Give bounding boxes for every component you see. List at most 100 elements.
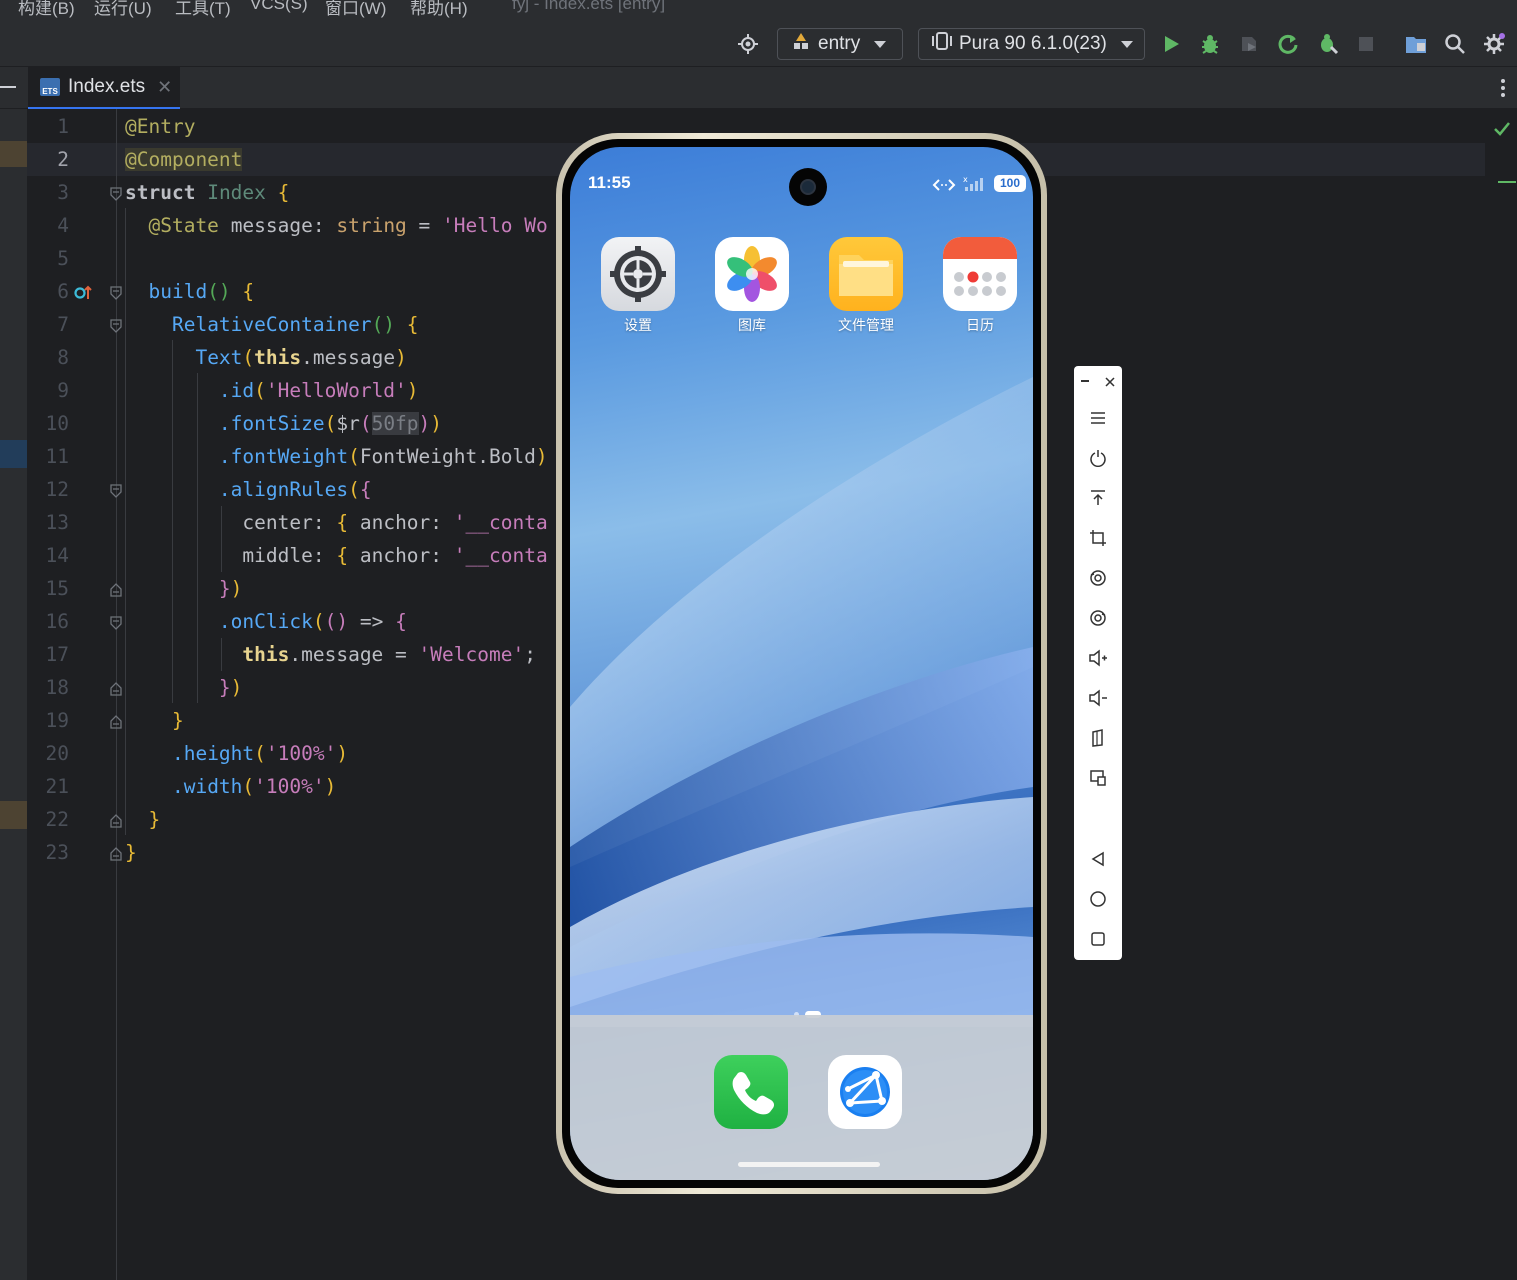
menu-icon[interactable]	[1086, 406, 1110, 430]
search-icon[interactable]	[1441, 30, 1469, 58]
line-number: 10	[45, 412, 69, 435]
code-token: anchor	[359, 511, 431, 534]
tool-window-strip	[0, 109, 27, 1280]
tab-index-ets[interactable]: ETS Index.ets ✕	[28, 67, 180, 109]
menu-build[interactable]: 构建(B)	[18, 0, 75, 19]
stop-icon[interactable]	[1352, 30, 1380, 58]
device-bezel: 11:55 x 100 设置 图库 文件管理 日历	[562, 139, 1041, 1188]
gallery-icon	[715, 237, 789, 311]
tab-label: Index.ets	[68, 76, 146, 97]
editor-tab-bar: ETS Index.ets ✕	[0, 67, 1517, 109]
line-marker	[0, 141, 27, 167]
line-number: 16	[45, 610, 69, 633]
app-label: 图库	[738, 318, 766, 334]
project-structure-icon[interactable]	[1402, 30, 1430, 58]
app-label: 设置	[624, 318, 652, 334]
app-settings[interactable]: 设置	[600, 237, 676, 335]
code-token: 50fp	[371, 412, 419, 435]
app-files[interactable]: 文件管理	[828, 237, 904, 335]
battery-icon: 100	[994, 175, 1026, 192]
code-token: string	[336, 214, 407, 237]
front-camera	[789, 168, 827, 206]
line-number: 2	[57, 148, 69, 171]
code-token: .height	[171, 742, 255, 765]
minimize-icon[interactable]	[0, 86, 16, 88]
device-icon	[931, 30, 953, 58]
apply-changes-icon[interactable]	[1274, 30, 1302, 58]
upload-icon[interactable]	[1086, 486, 1110, 510]
code-token: .message	[289, 643, 384, 666]
calendar-icon	[943, 237, 1017, 311]
line-number: 8	[57, 346, 69, 369]
rotate-left-icon[interactable]	[1086, 566, 1110, 590]
line-number: 19	[45, 709, 69, 732]
line-number: 11	[45, 445, 69, 468]
rotate-right-icon[interactable]	[1086, 606, 1110, 630]
home-indicator[interactable]	[738, 1162, 880, 1167]
line-number: 21	[45, 775, 69, 798]
target-icon[interactable]	[734, 30, 762, 58]
code-token: .id	[218, 379, 255, 402]
code-token: middle	[242, 544, 313, 567]
power-icon[interactable]	[1086, 446, 1110, 470]
code-token: message	[230, 214, 313, 237]
code-token: .alignRules	[218, 478, 349, 501]
status-time: 11:55	[588, 173, 631, 192]
menu-window[interactable]: 窗口(W)	[325, 0, 386, 19]
browser-icon[interactable]	[828, 1055, 902, 1129]
close-icon[interactable]	[1103, 374, 1117, 388]
app-calendar[interactable]: 日历	[942, 237, 1018, 335]
line-number: 7	[57, 313, 69, 336]
crop-icon[interactable]	[1086, 526, 1110, 550]
emulator-screen[interactable]: 11:55 x 100 设置 图库 文件管理 日历	[570, 147, 1033, 1180]
attach-debugger-icon[interactable]	[1314, 30, 1342, 58]
debug-icon[interactable]	[1196, 30, 1224, 58]
back-icon[interactable]	[1086, 847, 1110, 871]
multi-device-icon[interactable]	[1086, 766, 1110, 790]
line-number: 12	[45, 478, 69, 501]
more-options-icon[interactable]	[1496, 77, 1510, 99]
menu-tools[interactable]: 工具(T)	[175, 0, 231, 19]
fold-device-icon[interactable]	[1086, 726, 1110, 750]
gear-icon[interactable]	[1480, 30, 1508, 58]
code-token: @Entry	[125, 115, 196, 138]
coverage-icon[interactable]	[1235, 30, 1263, 58]
close-icon[interactable]: ✕	[157, 77, 172, 98]
menu-vcs[interactable]: VCS(S)	[250, 0, 308, 14]
code-token: this	[254, 346, 302, 369]
code-token: build	[148, 280, 208, 303]
app-gallery[interactable]: 图库	[714, 237, 790, 335]
line-number: 23	[45, 841, 69, 864]
code-token: @Component	[125, 148, 243, 171]
device-selector[interactable]: Pura 90 6.1.0(23)	[918, 28, 1145, 60]
module-label: entry	[818, 33, 861, 54]
line-number: 15	[45, 577, 69, 600]
menu-run[interactable]: 运行(U)	[94, 0, 152, 19]
code-token: anchor	[359, 544, 431, 567]
code-token: '__conta	[453, 511, 548, 534]
volume-down-icon[interactable]	[1086, 686, 1110, 710]
line-number: 22	[45, 808, 69, 831]
svg-text:x: x	[963, 175, 968, 184]
line-number: 13	[45, 511, 69, 534]
menu-help[interactable]: 帮助(H)	[410, 0, 468, 19]
phone-call-icon[interactable]	[714, 1055, 788, 1129]
module-icon	[790, 30, 812, 58]
recents-icon[interactable]	[1086, 927, 1110, 951]
run-icon[interactable]	[1157, 30, 1185, 58]
code-token: .width	[171, 775, 243, 798]
code-token: this	[242, 643, 290, 666]
volume-up-icon[interactable]	[1086, 646, 1110, 670]
code-token: center	[242, 511, 313, 534]
menu-bar: 构建(B) 运行(U) 工具(T) VCS(S) 窗口(W) 帮助(H) fyj…	[0, 0, 1517, 22]
files-icon	[829, 237, 903, 311]
app-dock	[570, 1015, 1033, 1180]
main-toolbar: entry Pura 90 6.1.0(23)	[0, 22, 1517, 67]
module-selector[interactable]: entry	[777, 28, 903, 60]
line-number: 5	[57, 247, 69, 270]
minimize-icon[interactable]	[1081, 380, 1089, 382]
window-title: fyj - Index.ets [entry]	[512, 0, 666, 13]
home-icon[interactable]	[1086, 887, 1110, 911]
line-number: 14	[45, 544, 69, 567]
device-label: Pura 90 6.1.0(23)	[959, 33, 1107, 54]
